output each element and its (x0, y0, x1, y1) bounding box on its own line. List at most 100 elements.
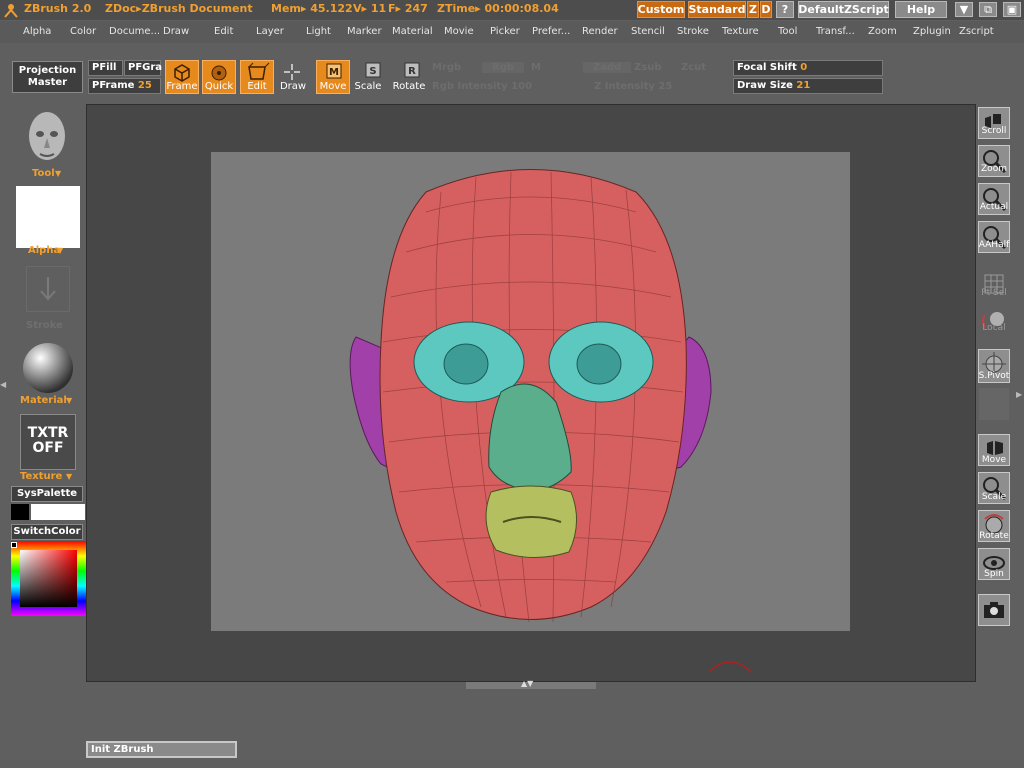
menu-document[interactable]: Docume... (109, 26, 160, 37)
m-button: M (531, 62, 541, 73)
zsub-button: Zsub (634, 62, 662, 73)
head-model[interactable] (211, 152, 850, 631)
app-title: ZBrush 2.0 (24, 2, 92, 15)
menu-transform[interactable]: Transf... (816, 26, 855, 37)
pframe-slider[interactable]: PFrame 25 (88, 78, 161, 94)
material-label[interactable]: Material (20, 395, 67, 406)
memory-readout: Mem▸ 45.122 (271, 2, 353, 15)
snapshot-button[interactable] (978, 594, 1010, 626)
menu-layer[interactable]: Layer (256, 26, 284, 37)
spin-label: Spin (984, 569, 1004, 579)
close-icon[interactable]: ▣ (1003, 2, 1021, 17)
menu-texture[interactable]: Texture (722, 26, 759, 37)
material-sphere-icon[interactable] (22, 342, 74, 394)
svg-text:M: M (329, 67, 339, 78)
svg-text:S: S (369, 66, 376, 77)
color-picker-square[interactable] (20, 550, 77, 607)
document-title[interactable]: ZDoc▸ZBrush Document (105, 2, 253, 15)
menu-edit[interactable]: Edit (214, 26, 233, 37)
left-tray-arrow-icon[interactable]: ◀ (0, 380, 8, 400)
d-button[interactable]: D (760, 1, 772, 18)
mrgb-button: Mrgb (432, 62, 462, 73)
secondary-color-swatch[interactable] (31, 504, 85, 520)
rotate-label: Rotate (392, 81, 426, 92)
alpha-dropdown-icon[interactable]: ▼ (57, 246, 63, 255)
material-dropdown-icon[interactable]: ▼ (66, 396, 72, 405)
pfgra-button[interactable]: PFGra (124, 60, 162, 76)
txtr-text: TXTR (27, 425, 69, 441)
draw-size-label: Draw Size (737, 80, 793, 91)
right-tray-arrow-icon[interactable]: ▶ (1016, 390, 1024, 410)
focal-shift-slider[interactable]: Focal Shift 0 (733, 60, 883, 76)
z-intensity-slider: Z Intensity 25 (594, 81, 673, 92)
alpha-swatch[interactable] (16, 186, 80, 248)
zcut-button: Zcut (681, 62, 707, 73)
menu-stroke[interactable]: Stroke (677, 26, 709, 37)
right-eye (576, 343, 622, 385)
rgb-intensity-slider: Rgb Intensity 100 (432, 81, 533, 92)
menu-bar: Alpha Color Docume... Draw Edit Layer Li… (0, 21, 1024, 43)
restore-icon[interactable]: ⧉ (979, 2, 997, 17)
menu-draw[interactable]: Draw (163, 26, 189, 37)
tool-dropdown-icon[interactable]: ▼ (55, 169, 61, 178)
menu-alpha[interactable]: Alpha (23, 26, 51, 37)
document-canvas[interactable] (211, 152, 850, 631)
menu-light[interactable]: Light (306, 26, 331, 37)
menu-preferences[interactable]: Prefer... (532, 26, 570, 37)
mouth[interactable] (485, 485, 577, 559)
question-button[interactable]: ? (776, 1, 794, 18)
minimize-icon[interactable]: ▼ (955, 2, 973, 17)
pframe-label: PFrame (92, 80, 135, 91)
tool-head-icon[interactable] (22, 108, 72, 170)
z-button[interactable]: Z (747, 1, 759, 18)
menu-picker[interactable]: Picker (490, 26, 520, 37)
local-button[interactable] (978, 306, 1010, 338)
menu-material[interactable]: Material (392, 26, 433, 37)
stroke-preview[interactable] (26, 266, 70, 312)
actual-label: Actual (979, 202, 1009, 212)
switchcolor-button[interactable]: SwitchColor (11, 524, 83, 540)
help-button[interactable]: Help (895, 1, 947, 18)
main-color-swatch[interactable] (11, 504, 29, 520)
pfill-button[interactable]: PFill (88, 60, 123, 76)
menu-tool[interactable]: Tool (778, 26, 797, 37)
texture-label[interactable]: Texture (20, 471, 62, 482)
stroke-label[interactable]: Stroke (26, 320, 63, 331)
alpha-label[interactable]: Alpha (28, 245, 60, 256)
draw-size-value: 21 (796, 80, 811, 91)
syspalette-button[interactable]: SysPalette (11, 486, 83, 502)
menu-stencil[interactable]: Stencil (631, 26, 665, 37)
texture-preview[interactable]: TXTR OFF (20, 414, 76, 470)
zbrush-logo-icon (4, 4, 18, 18)
menu-zscript[interactable]: Zscript (959, 26, 994, 37)
scale-label: Scale (354, 81, 382, 92)
aahalf-label: AAHalf (978, 240, 1010, 250)
camera-icon (984, 602, 1004, 618)
draw-size-slider[interactable]: Draw Size 21 (733, 78, 883, 94)
rgb-button: Rgb (482, 62, 525, 73)
menu-movie[interactable]: Movie (444, 26, 474, 37)
brush-cursor-icon (708, 661, 752, 673)
standard-button[interactable]: Standard (688, 1, 746, 18)
custom-button[interactable]: Custom (637, 1, 685, 18)
menu-color[interactable]: Color (70, 26, 96, 37)
draw-label: Draw (279, 81, 307, 92)
svg-text:R: R (408, 66, 416, 77)
bottom-tray-handle[interactable]: ▲▼ (466, 679, 596, 689)
spivot-label: S.Pivot (978, 371, 1010, 381)
menu-marker[interactable]: Marker (347, 26, 382, 37)
menu-zplugin[interactable]: Zplugin (913, 26, 951, 37)
title-bar: ZBrush 2.0 ZDoc▸ZBrush Document Mem▸ 45.… (0, 0, 1024, 20)
tool-label[interactable]: Tool (32, 168, 55, 179)
color-picker[interactable] (11, 541, 86, 616)
off-text: OFF (32, 440, 64, 456)
projection-master-button[interactable]: Projection Master (12, 61, 83, 93)
texture-dropdown-icon[interactable]: ▼ (66, 472, 72, 481)
zscript-button[interactable]: DefaultZScript (798, 1, 889, 18)
color-picker-marker (11, 542, 17, 548)
tray-arrows-icon: ▲▼ (521, 679, 534, 688)
vertex-count: V▸ 11 (353, 2, 387, 15)
ztime-readout: ZTime▸ 00:00:08.04 (437, 2, 559, 15)
menu-render[interactable]: Render (582, 26, 618, 37)
menu-zoom[interactable]: Zoom (868, 26, 897, 37)
